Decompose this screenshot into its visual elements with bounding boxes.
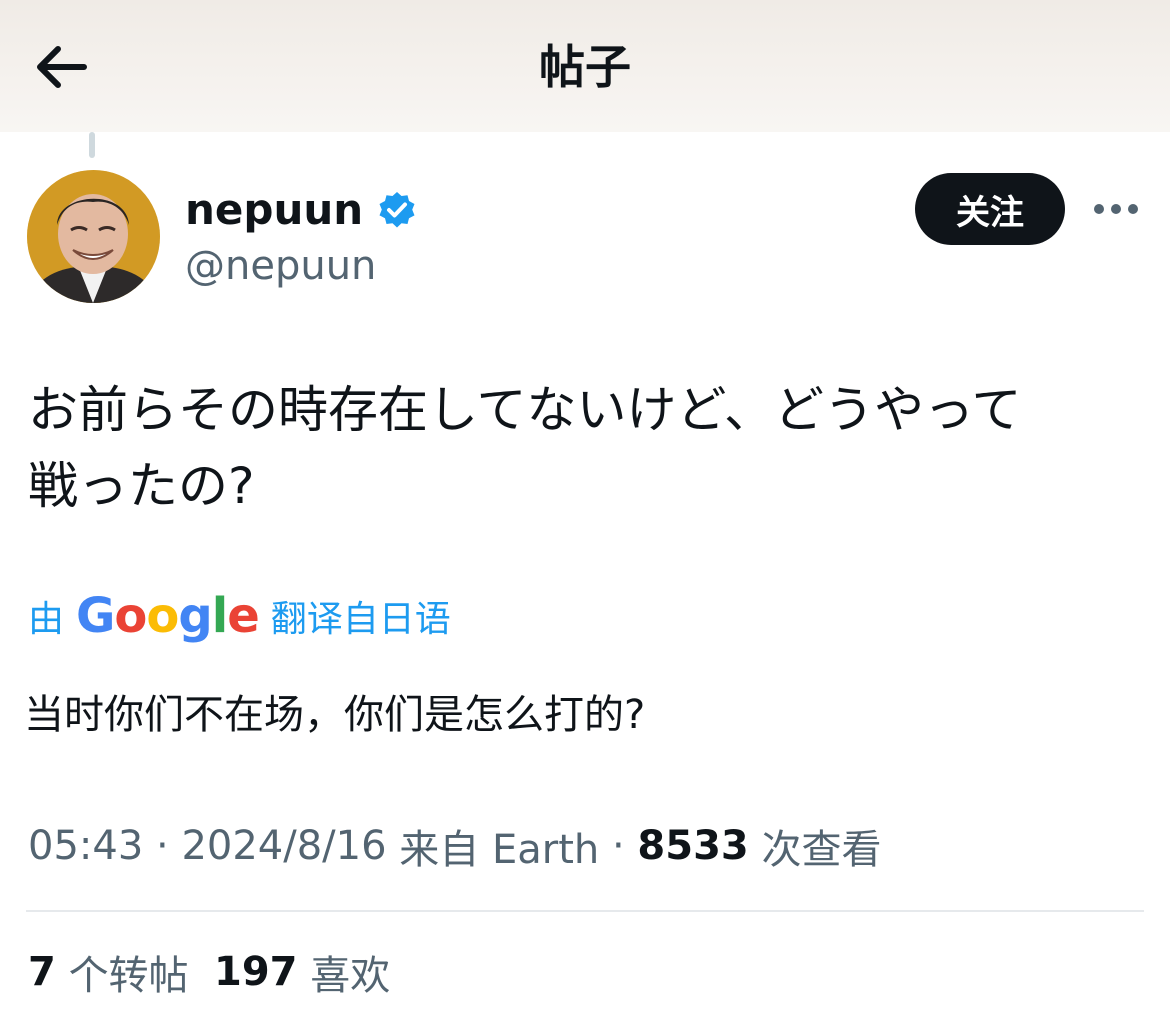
- repost-count: 7: [28, 949, 56, 995]
- tweet-meta: 05:43 · 2024/8/16 来自 Earth · 8533 次查看: [28, 818, 881, 874]
- view-count-label: 次查看: [761, 827, 882, 873]
- translate-prefix: 由: [28, 599, 65, 640]
- repost-label: 个转帖: [68, 953, 189, 999]
- google-logo-icon: Google: [76, 586, 260, 646]
- author-name-row: nepuun: [185, 182, 417, 238]
- page-title: 帖子: [539, 40, 631, 94]
- like-count: 197: [214, 949, 298, 995]
- google-logo-letter: o: [146, 588, 179, 644]
- google-logo-letter: e: [227, 588, 260, 644]
- more-horizontal-icon: [1094, 204, 1104, 214]
- meta-space: [749, 823, 762, 869]
- meta-separator: ·: [599, 823, 638, 869]
- view-count: 8533: [637, 823, 749, 869]
- google-logo-letter: l: [211, 588, 228, 644]
- divider: [26, 910, 1144, 912]
- tweet-text: お前らその時存在してないけど、どうやって 戦ったの?: [28, 381, 1022, 515]
- translate-attribution[interactable]: 由 Google 翻译自日语: [28, 586, 451, 646]
- meta-separator: ·: [143, 823, 182, 869]
- google-logo-letter: G: [76, 588, 115, 644]
- thread-connector-line: [89, 132, 95, 158]
- google-logo-letter: o: [114, 588, 147, 644]
- author-display-name[interactable]: nepuun: [185, 182, 363, 238]
- reposts-stat[interactable]: 7 个转帖: [28, 943, 189, 1001]
- stat-space: [56, 949, 69, 995]
- google-logo-letter: g: [178, 588, 212, 644]
- translated-text: 当时你们不在场，你们是怎么打的?: [24, 692, 646, 738]
- translate-suffix: 翻译自日语: [270, 599, 451, 640]
- avatar[interactable]: [27, 170, 160, 303]
- meta-space: [387, 823, 400, 869]
- more-options-button[interactable]: [1088, 186, 1144, 232]
- stat-gap: [189, 949, 214, 995]
- more-horizontal-icon: [1128, 204, 1138, 214]
- tweet-source: 来自 Earth: [399, 827, 600, 873]
- likes-stat[interactable]: 197 喜欢: [214, 943, 390, 1001]
- verified-badge-icon: [379, 192, 415, 228]
- tweet-date[interactable]: 2024/8/16: [181, 823, 386, 869]
- like-label: 喜欢: [310, 953, 391, 999]
- tweet-time[interactable]: 05:43: [28, 823, 143, 869]
- more-horizontal-icon: [1111, 204, 1121, 214]
- avatar-image: [27, 170, 160, 303]
- author-handle[interactable]: @nepuun: [185, 240, 376, 292]
- engagement-stats: 7 个转帖 197 喜欢: [28, 942, 390, 1002]
- follow-button[interactable]: 关注: [915, 173, 1065, 245]
- top-bar: 帖子: [0, 0, 1170, 132]
- stat-space: [298, 949, 311, 995]
